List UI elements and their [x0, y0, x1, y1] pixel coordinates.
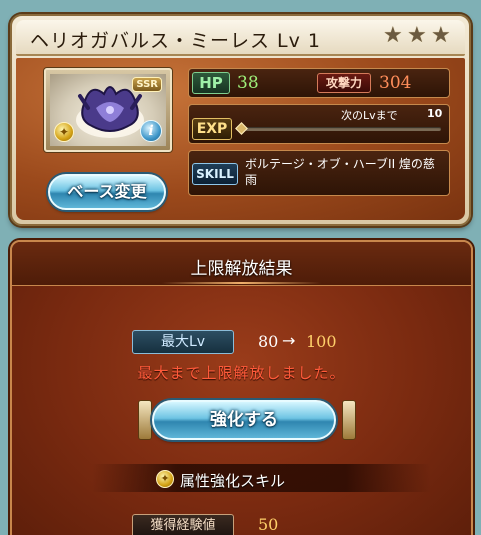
- hp-value: 38: [237, 73, 259, 93]
- exp-marker-icon: [235, 122, 248, 135]
- star-icon: ★: [431, 23, 451, 48]
- attribute-skill-label: 属性強化スキル: [180, 472, 286, 490]
- skill-row[interactable]: SKILL ボルテージ・オブ・ハーブII 煌の慈雨: [188, 150, 450, 196]
- exp-row: EXP 次のLvまで 10: [188, 104, 450, 144]
- ssr-badge: SSR: [132, 77, 162, 92]
- enhance-button[interactable]: 強化する: [152, 400, 336, 440]
- right-arrow-icon: →: [282, 331, 296, 350]
- base-change-button[interactable]: ベース変更: [48, 174, 166, 210]
- max-level-from: 80: [258, 332, 279, 351]
- max-level-label: 最大Lv: [132, 330, 234, 354]
- weapon-panel: ヘリオガバルス・ミーレス Lv 1 ★ ★ ★ SSR ✦ i ベース変更 HP…: [10, 14, 471, 226]
- uncap-result-panel: 上限解放結果 最大Lv 80 → 100 最大まで上限解放しました。 強化する …: [10, 240, 473, 535]
- button-ornament-left: [138, 400, 152, 440]
- result-title-bar: 上限解放結果: [12, 242, 471, 286]
- info-icon[interactable]: i: [140, 120, 162, 142]
- stats-row: HP 38 攻撃力 304: [188, 68, 450, 98]
- exp-gained-label: 獲得経験値: [132, 514, 234, 535]
- weapon-title: ヘリオガバルス・ミーレス Lv 1: [30, 30, 321, 52]
- exp-label: EXP: [192, 118, 232, 140]
- star-icon: ★: [383, 23, 403, 48]
- attack-label: 攻撃力: [317, 73, 371, 93]
- next-level-value: 10: [427, 107, 443, 120]
- title-divider: [162, 282, 321, 284]
- star-icon: ★: [407, 23, 427, 48]
- light-element-icon: ✦: [54, 122, 74, 142]
- uncap-message: 最大まで上限解放しました。: [137, 364, 346, 382]
- result-title: 上限解放結果: [190, 259, 293, 279]
- skill-name: ボルテージ・オブ・ハーブII 煌の慈雨: [245, 157, 435, 187]
- hp-label: HP: [192, 72, 230, 94]
- light-element-icon: ✦: [156, 470, 174, 488]
- exp-gained-value: 50: [258, 515, 279, 534]
- next-level-label: 次のLvまで: [341, 109, 398, 122]
- weapon-portrait-art: SSR ✦ i: [50, 74, 166, 146]
- attack-value: 304: [379, 73, 412, 93]
- max-level-to: 100: [306, 332, 337, 351]
- button-ornament-right: [342, 400, 356, 440]
- skill-label: SKILL: [192, 163, 238, 185]
- rarity-stars: ★ ★ ★: [383, 25, 453, 47]
- exp-progress-bar: [245, 127, 441, 131]
- weapon-panel-body: SSR ✦ i ベース変更 HP 38 攻撃力 304 EXP 次のLvまで 1…: [16, 58, 465, 220]
- weapon-title-bar: ヘリオガバルス・ミーレス Lv 1 ★ ★ ★: [16, 20, 465, 56]
- weapon-portrait[interactable]: SSR ✦ i: [44, 68, 172, 152]
